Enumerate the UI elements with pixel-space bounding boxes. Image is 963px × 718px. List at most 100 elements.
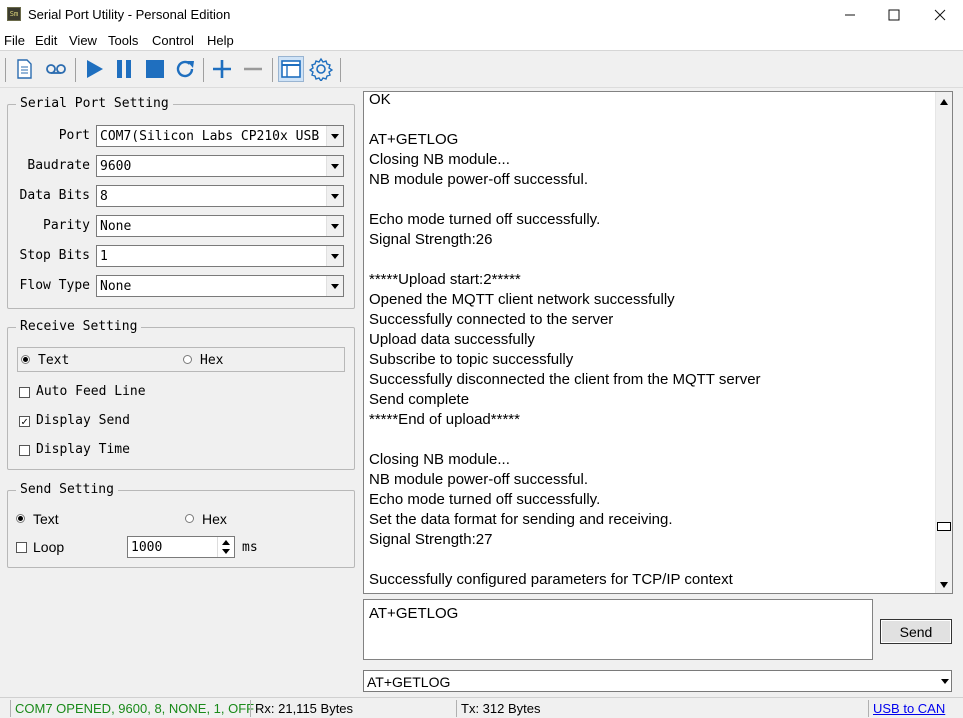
receive-setting-title: Receive Setting (16, 319, 142, 334)
send-hex-radio[interactable] (185, 514, 194, 523)
receive-log-line: Signal Strength:27 (369, 531, 493, 548)
window-icon[interactable] (278, 56, 304, 82)
receive-log-line: *****End of upload***** (369, 411, 520, 428)
port-label: Port (58, 128, 90, 143)
rx-count: Rx: 21,115 Bytes (250, 700, 456, 717)
display-time-label: Display Time (36, 442, 130, 457)
receive-log-line (369, 250, 929, 270)
receive-log-line: Set the data format for sending and rece… (369, 511, 673, 528)
receive-log-line: Echo mode turned off successfully. (369, 211, 601, 228)
receive-log-line: Opened the MQTT client network successfu… (369, 291, 675, 308)
gear-icon[interactable] (308, 56, 334, 82)
pause-icon[interactable] (111, 56, 137, 82)
receive-log-line: Closing NB module... (369, 451, 510, 468)
chevron-down-icon[interactable] (326, 216, 343, 236)
receive-log-line (369, 190, 929, 210)
scroll-thumb[interactable] (937, 522, 951, 531)
chevron-down-icon[interactable] (326, 156, 343, 176)
stop-bits-label: Stop Bits (19, 248, 90, 263)
receive-log-line: Upload data successfully (369, 331, 535, 348)
spin-down-icon[interactable] (222, 549, 230, 554)
plus-icon[interactable] (209, 56, 235, 82)
chevron-down-icon[interactable] (326, 276, 343, 296)
receive-log-line (369, 430, 929, 450)
send-text-radio[interactable] (16, 514, 25, 523)
minus-icon[interactable] (240, 56, 266, 82)
scroll-down-icon[interactable] (936, 576, 952, 593)
menu-tools[interactable]: Tools (108, 33, 138, 48)
display-time-checkbox[interactable] (19, 445, 30, 456)
loop-checkbox[interactable] (16, 542, 27, 553)
command-history-select[interactable]: AT+GETLOG (363, 670, 952, 692)
receive-log-line: Signal Strength:26 (369, 231, 493, 248)
app-icon: Sm (7, 7, 21, 21)
document-icon[interactable] (11, 56, 37, 82)
send-text-label: Text (33, 511, 59, 527)
send-button[interactable]: Send (880, 619, 952, 644)
baudrate-select[interactable]: 9600 (96, 155, 344, 177)
flow-type-label: Flow Type (19, 278, 90, 293)
loop-label: Loop (33, 539, 65, 555)
window-title: Serial Port Utility - Personal Edition (28, 7, 231, 22)
chevron-down-icon[interactable] (326, 126, 343, 146)
spin-up-icon[interactable] (222, 540, 230, 545)
data-bits-select[interactable]: 8 (96, 185, 344, 207)
flow-type-select[interactable]: None (96, 275, 344, 297)
chevron-down-icon[interactable] (326, 246, 343, 266)
receive-log-line: *****Upload start:2***** (369, 271, 521, 288)
send-textarea[interactable]: AT+GETLOG (363, 599, 873, 660)
receive-textarea[interactable]: OK AT+GETLOG Closing NB module... NB module… (363, 91, 953, 594)
stop-icon[interactable] (142, 56, 168, 82)
maximize-button[interactable] (871, 0, 917, 30)
receive-log-line: AT+GETLOG (369, 131, 459, 148)
receive-hex-radio[interactable] (183, 355, 192, 364)
refresh-icon[interactable] (172, 56, 198, 82)
menu-view[interactable]: View (69, 33, 97, 48)
receive-log-line: Closing NB module... (369, 151, 510, 168)
port-select[interactable]: COM7(Silicon Labs CP210x USB (96, 125, 344, 147)
receive-scrollbar[interactable] (935, 92, 952, 593)
receive-log-line: Successfully disconnected the client fro… (369, 371, 761, 388)
receive-log-line: Echo mode turned off successfully. (369, 491, 601, 508)
status-bar: COM7 OPENED, 9600, 8, NONE, 1, OFF Rx: 2… (0, 697, 963, 718)
display-send-label: Display Send (36, 413, 130, 428)
receive-log-line: Send complete (369, 391, 470, 408)
receive-text-label: Text (38, 353, 70, 368)
cassette-icon[interactable] (43, 56, 69, 82)
play-icon[interactable] (81, 56, 107, 82)
loop-interval-spinner[interactable]: 1000 (127, 536, 235, 558)
chevron-down-icon[interactable] (941, 679, 949, 684)
receive-text-radio[interactable] (21, 355, 30, 364)
data-bits-label: Data Bits (19, 188, 90, 203)
maximize-icon (888, 9, 900, 21)
title-bar: Sm Serial Port Utility - Personal Editio… (0, 0, 963, 30)
menu-edit[interactable]: Edit (35, 33, 57, 48)
stop-bits-select[interactable]: 1 (96, 245, 344, 267)
menu-control[interactable]: Control (152, 33, 194, 48)
receive-log-line (369, 110, 929, 130)
scroll-up-icon[interactable] (936, 93, 952, 110)
display-send-checkbox[interactable]: ✓ (19, 416, 30, 427)
receive-log-line (369, 550, 929, 570)
menu-bar: File Edit View Tools Control Help (0, 30, 963, 51)
receive-log-line: NB module power-off successful. (369, 471, 588, 488)
receive-log: OK AT+GETLOG Closing NB module... NB module… (369, 92, 929, 590)
loop-interval-value[interactable]: 1000 (131, 540, 162, 555)
send-hex-label: Hex (202, 511, 227, 527)
baudrate-label: Baudrate (27, 158, 90, 173)
chevron-down-icon[interactable] (326, 186, 343, 206)
toolbar (0, 52, 963, 88)
command-history-value: AT+GETLOG (367, 674, 451, 690)
usb-to-can-link[interactable]: USB to CAN (868, 700, 949, 717)
close-button[interactable] (917, 0, 963, 30)
minimize-icon (845, 14, 855, 16)
auto-feed-line-checkbox[interactable] (19, 387, 30, 398)
minimize-button[interactable] (827, 0, 873, 30)
port-status: COM7 OPENED, 9600, 8, NONE, 1, OFF (10, 700, 258, 717)
menu-help[interactable]: Help (207, 33, 234, 48)
auto-feed-line-label: Auto Feed Line (36, 384, 146, 399)
send-setting-title: Send Setting (16, 482, 118, 497)
parity-select[interactable]: None (96, 215, 344, 237)
menu-file[interactable]: File (4, 33, 25, 48)
receive-log-line: NB module power-off successful. (369, 171, 588, 188)
